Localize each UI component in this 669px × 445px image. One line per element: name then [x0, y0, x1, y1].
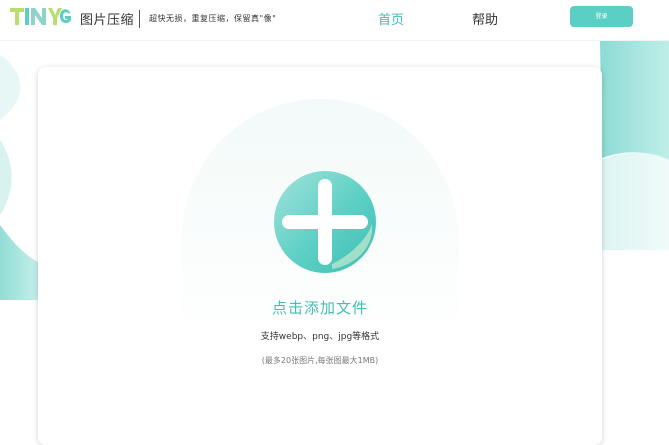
- upload-title[interactable]: 点击添加文件: [38, 297, 602, 318]
- upload-limits: (最多20张图片,每张图最大1MB): [261, 356, 379, 365]
- supported-formats: 支持webp、png、jpg等格式: [260, 332, 380, 342]
- top-navbar: 图片压缩 超快无损，重复压缩，保留真"像" 首页 帮助 登录: [0, 0, 669, 41]
- slogan: 超快无损，重复压缩，保留真"像": [149, 14, 277, 23]
- upload-card[interactable]: 点击添加文件 支持webp、png、jpg等格式 (最多20张图片,每张图最大1…: [38, 67, 602, 445]
- header-divider: [139, 10, 140, 28]
- tinypng-logo: [10, 8, 71, 25]
- login-button[interactable]: 登录: [570, 6, 633, 27]
- add-file-plus-icon[interactable]: [272, 169, 378, 275]
- nav-home[interactable]: 首页: [378, 9, 404, 28]
- nav-help[interactable]: 帮助: [472, 9, 498, 28]
- brand-name: 图片压缩: [80, 13, 135, 28]
